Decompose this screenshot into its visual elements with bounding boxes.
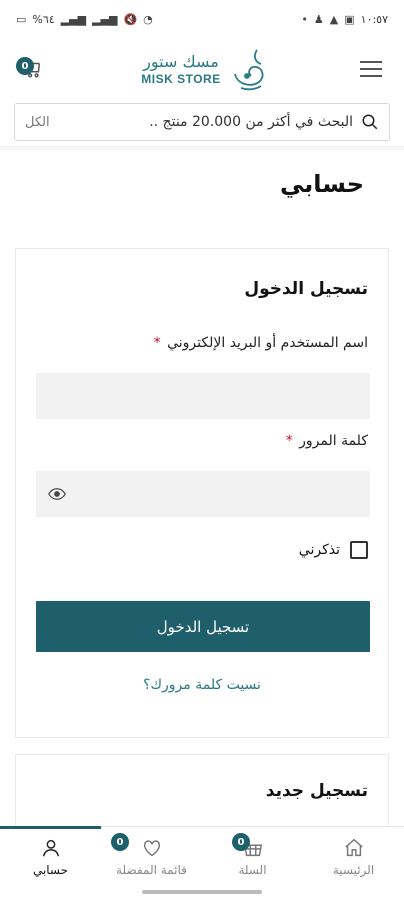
password-field[interactable] [36, 471, 370, 517]
search-input[interactable]: البحث في أكثر من 20.000 منتج .. [50, 114, 361, 130]
username-label-text: اسم المستخدم أو البريد الإلكتروني [167, 335, 368, 351]
nav-label-account: حسابي [32, 862, 69, 877]
status-bar: ▭ %٦٤ ▂▄▆ ▂▄▆ 🔇 ◔ • ♟ ▲ ▣ ١٠:٥٧ [0, 0, 404, 38]
page-title: حسابي [279, 170, 364, 198]
menu-bar [360, 68, 382, 70]
status-left: ▭ %٦٤ ▂▄▆ ▂▄▆ 🔇 ◔ [16, 13, 153, 26]
home-indicator [142, 890, 262, 894]
header-shadow [0, 146, 404, 152]
bottom-nav: حسابي 0 قائمة المفضلة 0 السلة الرئيسية [0, 826, 404, 886]
nav-label-cart: السلة [238, 862, 267, 877]
password-label-text: كلمة المرور [299, 433, 368, 449]
user-icon [42, 839, 59, 856]
heart-icon [143, 839, 160, 856]
home-icon [344, 838, 363, 856]
register-title: تسجيل جديد [265, 781, 368, 801]
search-bar[interactable]: البحث في أكثر من 20.000 منتج .. الكل [14, 103, 390, 141]
nav-item-account[interactable]: حسابي [0, 826, 101, 886]
nav-item-home[interactable]: الرئيسية [303, 827, 404, 886]
required-mark: * [285, 433, 293, 449]
username-label: اسم المستخدم أو البريد الإلكتروني * [154, 335, 368, 351]
logo-english: MISK STORE [141, 71, 221, 86]
alert-icon: ▲ [329, 12, 339, 26]
remember-checkbox[interactable] [350, 541, 368, 559]
required-mark: * [153, 335, 161, 351]
battery-level: %٦٤ [32, 12, 55, 26]
forgot-password-link[interactable]: نسيت كلمة مرورك؟ [16, 677, 388, 693]
notification-icon: ♟ [313, 12, 324, 26]
password-label: كلمة المرور * [286, 433, 368, 449]
login-card: تسجيل الدخول اسم المستخدم أو البريد الإل… [15, 248, 389, 738]
cart-nav-count-badge: 0 [232, 833, 250, 851]
nav-label-wishlist: قائمة المفضلة [116, 862, 187, 877]
wifi-icon: ◔ [143, 12, 153, 26]
status-right: • ♟ ▲ ▣ ١٠:٥٧ [301, 13, 388, 26]
login-button[interactable]: تسجيل الدخول [36, 601, 370, 652]
wishlist-count-badge: 0 [111, 833, 129, 851]
eye-icon[interactable] [48, 487, 66, 501]
remember-label: تذكرني [298, 542, 340, 558]
logo-text: مسك ستور MISK STORE [141, 51, 221, 86]
nav-item-cart[interactable]: 0 السلة [202, 827, 303, 886]
logo-emblem-icon [233, 49, 264, 91]
cart-count-badge: 0 [16, 57, 34, 75]
app-header: 0 مسك ستور MISK STORE [0, 38, 404, 100]
nav-label-home: الرئيسية [332, 862, 375, 877]
search-scope-select[interactable]: الكل [25, 115, 50, 130]
menu-bar [360, 75, 382, 77]
clock: ١٠:٥٧ [360, 12, 388, 26]
search-icon [362, 114, 378, 130]
login-title: تسجيل الدخول [244, 279, 368, 299]
remember-me[interactable]: تذكرني [299, 541, 368, 559]
username-field[interactable] [36, 373, 370, 419]
signal-icon: ▂▄▆ [60, 12, 87, 26]
battery-icon: ▭ [16, 12, 27, 26]
signal-icon-2: ▂▄▆ [92, 12, 118, 26]
menu-button[interactable] [360, 54, 390, 84]
logo-arabic: مسك ستور [143, 51, 219, 71]
cart-button[interactable]: 0 [14, 51, 50, 87]
dot-icon: • [301, 12, 308, 26]
menu-bar [360, 61, 382, 63]
image-icon: ▣ [344, 12, 355, 26]
store-logo[interactable]: مسك ستور MISK STORE [141, 46, 268, 92]
nav-item-wishlist[interactable]: 0 قائمة المفضلة [101, 827, 202, 886]
mute-icon: 🔇 [123, 12, 138, 26]
